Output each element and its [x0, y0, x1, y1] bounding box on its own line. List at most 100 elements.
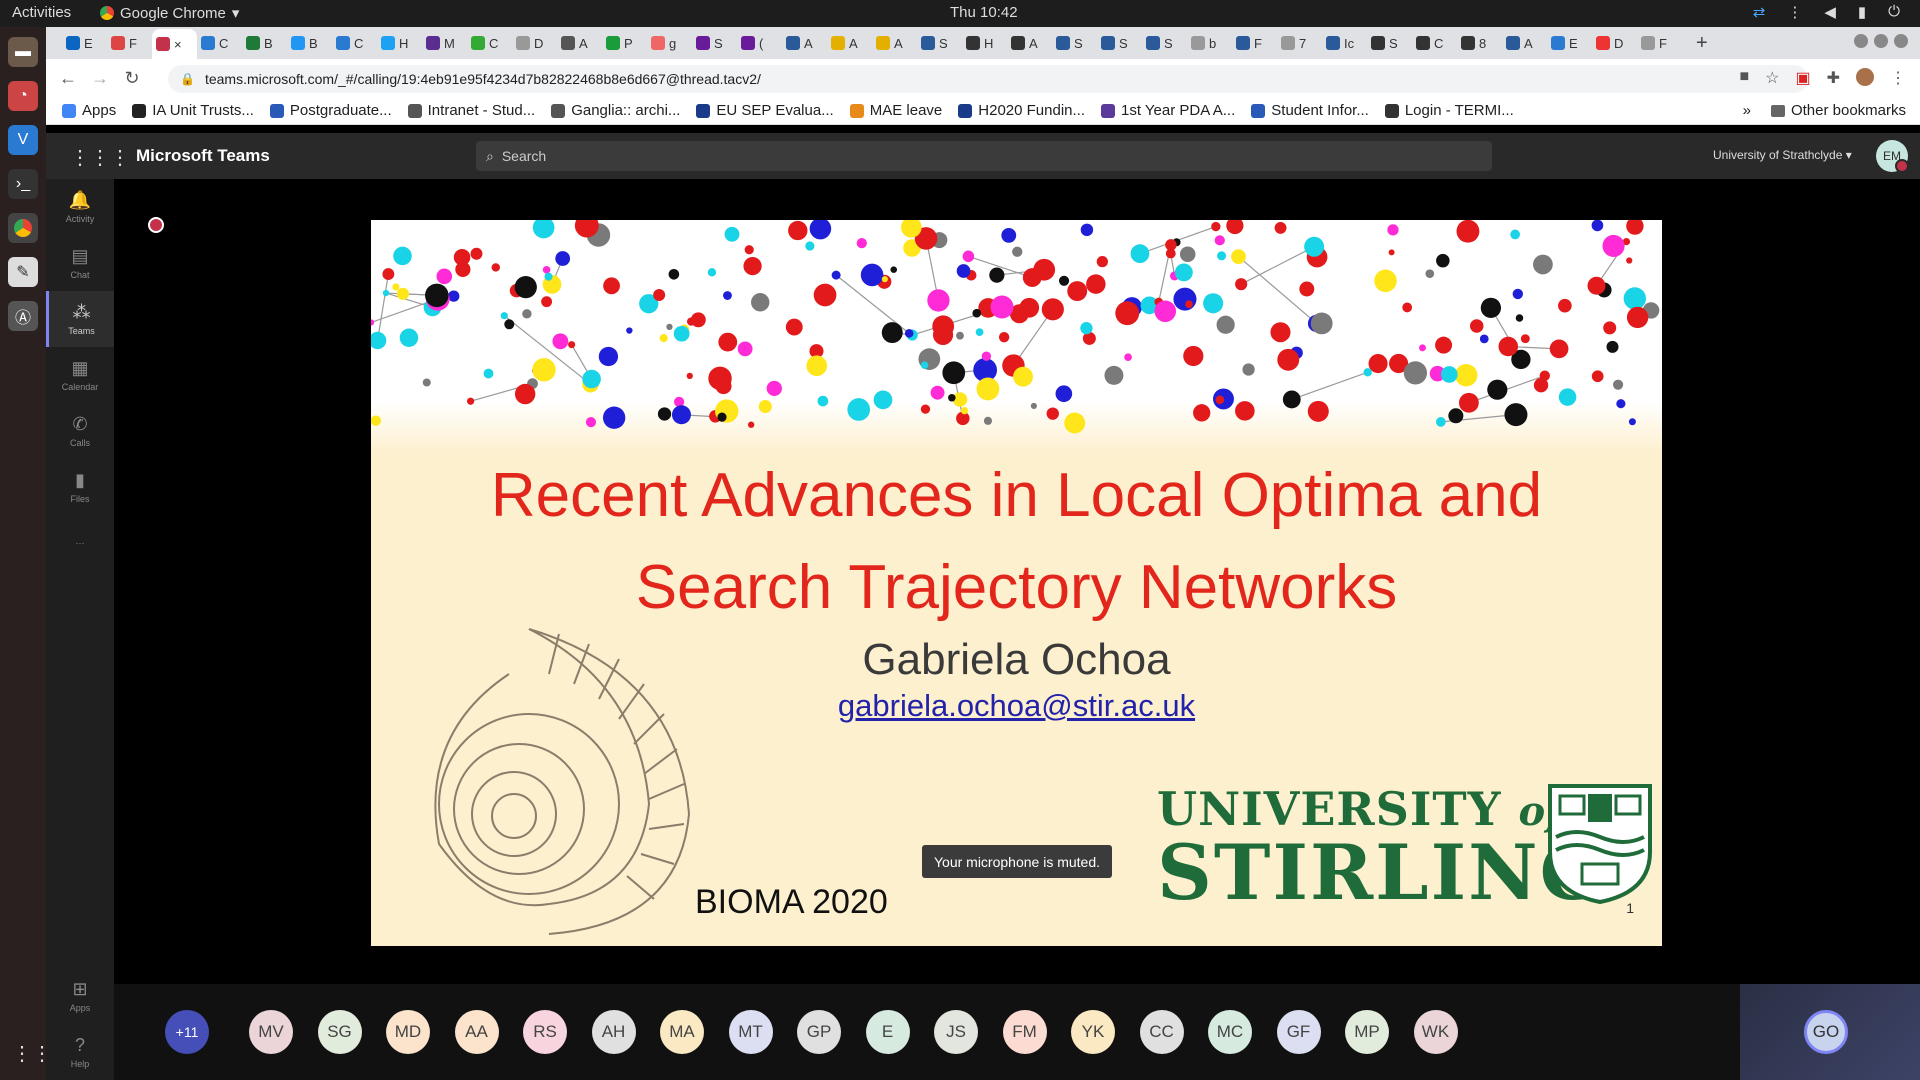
browser-tab[interactable]: F — [1637, 30, 1682, 56]
vscode-app-icon[interactable]: V — [8, 125, 38, 155]
search-input[interactable]: ⌕ Search — [476, 141, 1492, 171]
browser-tab[interactable]: b — [1187, 30, 1232, 56]
browser-tab[interactable]: S — [1367, 30, 1412, 56]
browser-tab[interactable]: A — [827, 30, 872, 56]
browser-tab[interactable]: E — [62, 30, 107, 56]
browser-tab[interactable]: Ic — [1322, 30, 1367, 56]
clock-app-icon[interactable]: ◔ — [8, 81, 38, 111]
system-tray[interactable]: ⇄ ⋮ ◀ ▮ ⏻ — [1753, 3, 1900, 21]
maximize-button[interactable] — [1874, 34, 1888, 48]
extension-icon[interactable]: ▣ — [1795, 68, 1810, 88]
browser-tab[interactable]: C — [1412, 30, 1457, 56]
battery-icon[interactable]: ▮ — [1858, 3, 1866, 21]
new-tab-button[interactable]: + — [1696, 32, 1708, 55]
bookmark-item[interactable]: EU SEP Evalua... — [696, 102, 834, 119]
volume-icon[interactable]: ◀ — [1824, 3, 1836, 21]
more-participants-button[interactable]: +11 — [165, 1010, 209, 1054]
browser-tab[interactable]: C — [467, 30, 512, 56]
profile-avatar[interactable] — [1856, 68, 1874, 86]
participant-avatar[interactable]: GP — [797, 1010, 841, 1054]
address-bar[interactable]: 🔒 teams.microsoft.com/_#/calling/19:4eb9… — [168, 65, 1808, 93]
browser-tab[interactable]: ( — [737, 30, 782, 56]
participant-avatar[interactable]: AH — [591, 1010, 636, 1054]
browser-tab[interactable]: C — [332, 30, 377, 56]
browser-tab[interactable]: S — [917, 30, 962, 56]
browser-tab[interactable]: D — [1592, 30, 1637, 56]
power-icon[interactable]: ⏻ — [1888, 3, 1900, 21]
bookmark-item[interactable]: Student Infor... — [1251, 102, 1369, 119]
participant-avatar[interactable]: AA — [454, 1010, 499, 1054]
bookmark-item[interactable]: MAE leave — [849, 102, 942, 119]
browser-tab[interactable]: A — [782, 30, 827, 56]
participant-avatar[interactable]: MT — [728, 1010, 773, 1054]
participant-avatar[interactable]: MA — [660, 1010, 704, 1054]
network-icon[interactable]: ⋮ — [1787, 3, 1802, 21]
teamviewer-icon[interactable]: ⇄ — [1753, 3, 1766, 21]
bookmark-item[interactable]: 1st Year PDA A... — [1101, 102, 1235, 119]
browser-tab[interactable]: B — [242, 30, 287, 56]
reload-icon[interactable]: ↻ — [116, 68, 148, 89]
browser-tab[interactable]: E — [1547, 30, 1592, 56]
more-apps-icon[interactable]: ··· — [46, 515, 114, 571]
puzzle-icon[interactable]: ✚ — [1827, 68, 1840, 88]
rail-item-activity[interactable]: 🔔 Activity — [46, 179, 114, 235]
participant-avatar[interactable]: E — [865, 1010, 910, 1054]
back-icon[interactable]: ← — [52, 68, 84, 89]
browser-tab[interactable]: S — [1052, 30, 1097, 56]
forward-icon[interactable]: → — [84, 68, 116, 89]
browser-tab[interactable]: H — [377, 30, 422, 56]
participant-avatar[interactable]: MD — [386, 1010, 430, 1054]
rail-item-help[interactable]: ? Help — [46, 1024, 114, 1080]
browser-tab[interactable]: C — [197, 30, 242, 56]
participant-avatar[interactable]: YK — [1071, 1010, 1115, 1054]
browser-tab[interactable]: A — [557, 30, 602, 56]
browser-tab[interactable]: A — [872, 30, 917, 56]
browser-tab[interactable]: H — [962, 30, 1007, 56]
text-editor-app-icon[interactable]: ✎ — [8, 257, 38, 287]
my-avatar[interactable]: EM — [1876, 140, 1909, 173]
apps-shortcut[interactable]: Apps — [62, 102, 116, 119]
browser-tab[interactable]: A — [1007, 30, 1052, 56]
participant-avatar[interactable]: SG — [317, 1010, 362, 1054]
bookmark-item[interactable]: Login - TERMI... — [1384, 102, 1514, 119]
browser-tab[interactable]: A — [1502, 30, 1547, 56]
clock[interactable]: Thu 10:42 — [950, 4, 1018, 21]
participant-avatar[interactable]: CC — [1139, 1010, 1184, 1054]
browser-tab[interactable]: 8 — [1457, 30, 1502, 56]
participant-avatar[interactable]: GF — [1276, 1010, 1321, 1054]
files-app-icon[interactable]: ▬ — [8, 37, 38, 67]
participant-avatar[interactable]: FM — [1002, 1010, 1047, 1054]
participant-avatar[interactable]: MC — [1208, 1010, 1252, 1054]
rail-item-files[interactable]: ▮ Files — [46, 459, 114, 515]
chrome-app-icon[interactable] — [8, 213, 38, 243]
bookmark-item[interactable]: Intranet - Stud... — [407, 102, 535, 119]
software-app-icon[interactable]: Ⓐ — [8, 301, 38, 331]
app-launcher-icon[interactable]: ⋮⋮⋮ — [70, 145, 130, 170]
browser-tab[interactable]: 7 — [1277, 30, 1322, 56]
participant-avatar[interactable]: JS — [934, 1010, 978, 1054]
browser-tab[interactable]: M — [422, 30, 467, 56]
bookmark-item[interactable]: H2020 Fundin... — [958, 102, 1085, 119]
star-icon[interactable]: ☆ — [1765, 68, 1779, 88]
rail-item-chat[interactable]: ▤ Chat — [46, 235, 114, 291]
participant-avatar[interactable]: MP — [1345, 1010, 1389, 1054]
activities-button[interactable]: Activities — [12, 4, 71, 21]
browser-tab[interactable]: S — [1142, 30, 1187, 56]
camera-icon[interactable]: ■ — [1739, 68, 1749, 88]
rail-item-apps[interactable]: ⊞ Apps — [46, 968, 114, 1024]
browser-tab[interactable]: P — [602, 30, 647, 56]
participant-avatar[interactable]: MV — [249, 1010, 293, 1054]
participant-avatar[interactable]: RS — [523, 1010, 567, 1054]
slide-email-link[interactable]: gabriela.ochoa@stir.ac.uk — [371, 688, 1662, 724]
browser-tab[interactable]: B — [287, 30, 332, 56]
bookmark-item[interactable]: IA Unit Trusts... — [132, 102, 254, 119]
browser-tab[interactable]: × — [152, 29, 197, 59]
terminal-app-icon[interactable]: ›_ — [8, 169, 38, 199]
browser-tab[interactable]: D — [512, 30, 557, 56]
rail-item-calendar[interactable]: ▦ Calendar — [46, 347, 114, 403]
other-bookmarks[interactable]: Other bookmarks — [1770, 102, 1906, 119]
minimize-button[interactable] — [1854, 34, 1868, 48]
browser-tab[interactable]: S — [1097, 30, 1142, 56]
close-window-button[interactable] — [1894, 34, 1908, 48]
menu-icon[interactable]: ⋮ — [1890, 68, 1906, 88]
